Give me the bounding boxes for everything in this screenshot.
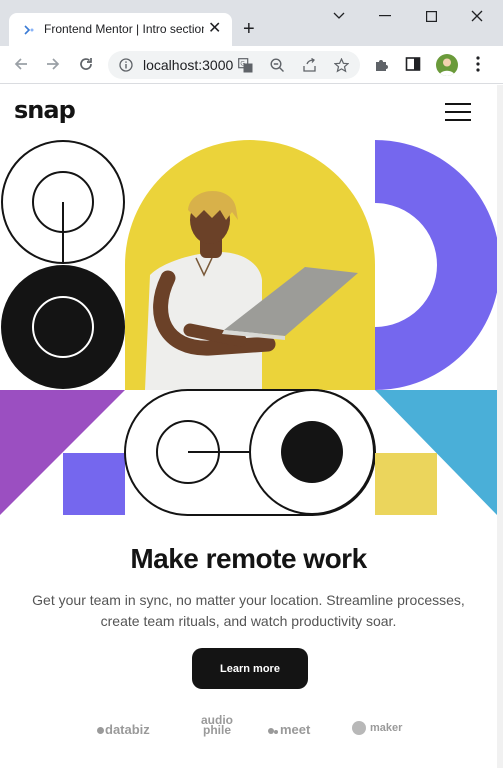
forward-arrow-icon[interactable] [43, 54, 63, 74]
reload-icon[interactable] [76, 54, 96, 74]
page-scrollbar[interactable] [497, 85, 503, 768]
favicon-icon [24, 25, 34, 35]
client-logo-databiz: databiz [97, 722, 150, 737]
site-info-icon[interactable] [119, 58, 133, 72]
browser-toolbar: localhost:3000 G [0, 46, 503, 84]
chevron-down-icon[interactable] [329, 6, 349, 26]
zoom-out-icon[interactable] [270, 58, 285, 73]
window-close-icon[interactable] [467, 6, 487, 26]
hero-illustration [0, 140, 497, 516]
translate-icon[interactable]: G [238, 58, 253, 73]
learn-more-button[interactable]: Learn more [192, 648, 308, 689]
purple-square-graphic [63, 453, 125, 515]
hero-photo [125, 140, 375, 390]
purple-half-circle-graphic [375, 140, 497, 390]
pill-graphic [124, 389, 376, 516]
bookmark-star-icon[interactable] [334, 58, 349, 73]
address-bar[interactable]: localhost:3000 G [108, 51, 360, 79]
ring-outline-graphic [1, 140, 125, 264]
client-logo-audiophile: audio phile [201, 713, 233, 737]
svg-text:G: G [240, 62, 245, 68]
share-icon[interactable] [302, 58, 317, 73]
yellow-square-graphic [375, 453, 437, 515]
profile-avatar-icon[interactable] [436, 54, 458, 76]
close-icon[interactable]: ✕ [208, 20, 221, 38]
back-arrow-icon[interactable] [11, 54, 31, 74]
extensions-icon[interactable] [372, 54, 392, 74]
side-panel-icon[interactable] [403, 54, 423, 74]
client-logos: databiz audio phile meet maker [0, 713, 497, 742]
plus-icon[interactable]: + [243, 18, 255, 40]
client-logo-maker: maker [352, 721, 402, 735]
browser-titlebar: Frontend Mentor | Intro section with dro… [0, 0, 503, 46]
maximize-icon[interactable] [421, 6, 441, 26]
url-text: localhost:3000 [143, 57, 233, 73]
browser-tab-active[interactable]: Frontend Mentor | Intro section with dro… [9, 13, 232, 46]
client-logo-meet: meet [268, 722, 310, 737]
ring-filled-graphic [1, 265, 125, 389]
site-logo[interactable]: snap [14, 96, 76, 124]
page-headline: Make remote work [130, 543, 367, 574]
kebab-menu-icon[interactable] [468, 54, 488, 74]
hamburger-menu-icon[interactable] [445, 103, 471, 121]
tab-title: Frontend Mentor | Intro section with dro… [44, 22, 204, 36]
page-content: snap Make remote work Get your team in s… [0, 85, 497, 768]
page-subtext: Get your team in sync, no matter your lo… [32, 592, 465, 629]
minimize-icon[interactable] [375, 6, 395, 26]
